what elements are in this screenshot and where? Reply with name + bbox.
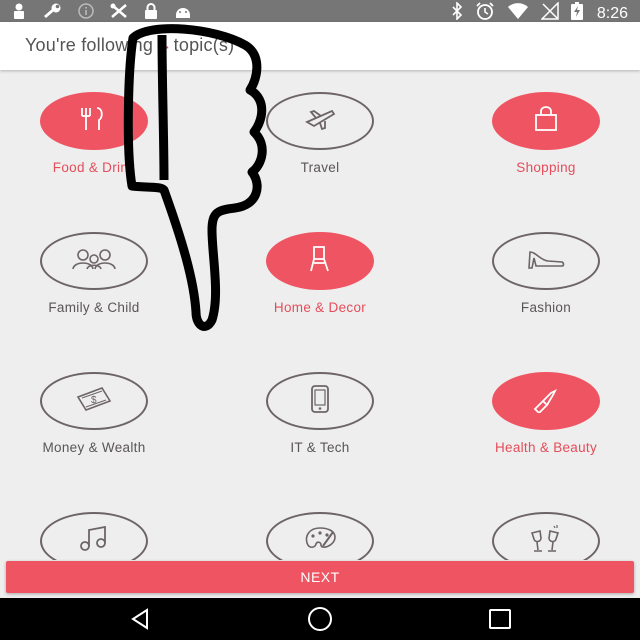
wine-glasses-icon <box>526 524 566 558</box>
money-icon: $ <box>74 385 114 418</box>
wrench-icon <box>42 3 62 24</box>
topic-food-drink[interactable]: Food & Drink <box>0 92 194 175</box>
chair-icon <box>308 245 332 278</box>
topic-circle[interactable] <box>492 372 600 430</box>
airplane-icon <box>304 106 336 137</box>
music-note-icon <box>79 525 109 557</box>
recents-icon[interactable] <box>480 606 520 632</box>
back-icon[interactable] <box>120 606 160 632</box>
topic-circle[interactable] <box>266 512 374 560</box>
topic-label: Family & Child <box>48 300 140 315</box>
info-icon <box>78 3 94 24</box>
topic-shopping[interactable]: Shopping <box>446 92 640 175</box>
home-icon[interactable] <box>300 606 340 632</box>
topic-label: Travel <box>300 160 340 175</box>
topic-circle[interactable] <box>492 92 600 150</box>
topic-label: Money & Wealth <box>42 440 146 455</box>
svg-text:$: $ <box>91 395 97 406</box>
palette-icon <box>303 526 337 557</box>
topic-circle[interactable] <box>40 92 148 150</box>
topic-circle[interactable] <box>492 512 600 560</box>
topic-family-child[interactable]: Family & Child <box>0 232 194 315</box>
topic-travel[interactable]: Travel <box>220 92 420 175</box>
topic-label: Health & Beauty <box>494 440 598 455</box>
title-prefix: You're following <box>25 35 159 55</box>
topic-circle[interactable] <box>266 372 374 430</box>
phone-icon <box>309 384 331 418</box>
shopping-bag-icon <box>532 105 560 137</box>
topic-circle[interactable]: $ <box>40 372 148 430</box>
topic-home-decor[interactable]: Home & Decor <box>220 232 420 315</box>
lipstick-icon <box>531 385 561 418</box>
page-title: You're following 4 topic(s) <box>25 35 234 56</box>
family-icon <box>71 247 117 276</box>
topic-health-beauty[interactable]: Health & Beauty <box>446 372 640 455</box>
cutlery-icon <box>79 106 109 137</box>
topic-circle[interactable] <box>492 232 600 290</box>
topic-music[interactable] <box>0 512 194 560</box>
app-header: You're following 4 topic(s) <box>0 22 640 70</box>
status-time: 8:26 <box>596 4 628 22</box>
person-icon <box>12 3 26 24</box>
topic-it-tech[interactable]: IT & Tech <box>220 372 420 455</box>
topic-circle[interactable] <box>266 92 374 150</box>
topic-label: Shopping <box>516 160 576 175</box>
high-heel-icon <box>526 248 566 275</box>
android-icon <box>174 3 192 24</box>
topic-circle[interactable] <box>266 232 374 290</box>
topic-art[interactable] <box>220 512 420 560</box>
topic-circle[interactable] <box>40 232 148 290</box>
topic-grid: Food & Drink Travel Shopping Family & Ch… <box>0 70 640 560</box>
topic-wine[interactable] <box>446 512 640 560</box>
navigation-bar <box>0 598 640 640</box>
topic-label: IT & Tech <box>290 440 350 455</box>
topic-label: Home & Decor <box>273 300 367 315</box>
topic-circle[interactable] <box>40 512 148 560</box>
status-bar: 8:26 <box>0 0 640 22</box>
next-button[interactable]: NEXT <box>6 561 634 593</box>
topic-count: 4 <box>158 35 169 55</box>
title-suffix: topic(s) <box>168 35 235 55</box>
tools-icon <box>110 3 128 24</box>
topic-label: Food & Drink <box>52 160 136 175</box>
topic-label: Fashion <box>520 300 572 315</box>
topic-fashion[interactable]: Fashion <box>446 232 640 315</box>
lock-icon <box>144 3 158 24</box>
topic-money-wealth[interactable]: $ Money & Wealth <box>0 372 194 455</box>
